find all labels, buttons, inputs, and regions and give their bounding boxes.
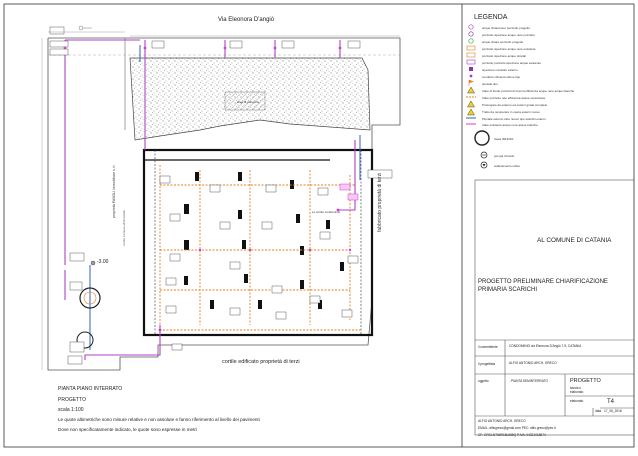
tav-value: T4	[607, 399, 615, 405]
data-value: 17_06_2016	[604, 409, 622, 413]
oggetto-value: - PIANTA SEMINTERRATO	[509, 379, 548, 383]
legend-item-label: ispezione condotto esterno	[482, 68, 518, 72]
left-side-label-2: cortile comune all'immobile	[122, 210, 126, 246]
legend-item-label: pompa ricircolo	[494, 154, 515, 158]
legend-item-label: acque chiare/nere pozzetto progetto	[482, 26, 531, 30]
legend-item-label: tratto esistente acque nere acque bianch…	[482, 123, 538, 127]
left-side-label: proprietà PASOLI immobiliare s.r.l.	[112, 164, 116, 218]
legend-item-label: pluviale tipo	[482, 82, 498, 86]
legend-item-label: Pluviale esterno tubo nuovo tipo scarich…	[482, 117, 546, 121]
legend-item-label: Prolungare da esterno ed esterni grado c…	[482, 103, 548, 107]
legend-item-label: tratto pozzetto rete efficienza acque ne…	[482, 96, 546, 100]
progettista-value: ALFIO ANTONIO ARCH. GRECO	[509, 361, 557, 365]
legend-item-label: pozzetto ispezione acque pluviali	[482, 54, 526, 58]
tav-label: elaborato	[570, 399, 584, 403]
legend-item-label: fossa IMHOFF	[494, 137, 514, 141]
legend-item-label: pozzetto pozzetto ispezione acque esiste…	[482, 61, 541, 65]
doc-sub-2: elaborato	[570, 390, 584, 394]
footer-contact: EMAIL: alfiogreco@gmail.com PEC: alfio.g…	[478, 426, 556, 430]
project-title: PROGETTO PRELIMINARE CHIARIFICAZIONE PRI…	[478, 279, 608, 293]
oggetto-label: oggetto	[478, 379, 489, 383]
legend-item-label: sollevamento reflue	[494, 164, 521, 168]
legend-item-label: tratto di fondo pozzetti di ricerca effi…	[482, 89, 575, 93]
bottom-label: cortile edificato proprietà di terzi	[222, 359, 300, 365]
legend-item-label: condotto chiusura sifone tipo	[482, 75, 521, 79]
footer-tax: CF: GRCLNT66R18L685Q P.IVA: 04321018874	[478, 433, 546, 437]
legend-item-label: pozzetto ispezione acque nere esistente	[482, 47, 536, 51]
legend-item-label: Tratto da recuperare in opera esterni nu…	[482, 110, 540, 114]
data-label: data	[595, 409, 602, 413]
footer-name: ALFIO ANTONIO ARCH. GRECO	[478, 419, 526, 423]
right-side-small: ex cortile condominio	[312, 210, 341, 214]
right-side-label: fabbricato proprietà di terzi	[377, 172, 383, 232]
notes-line-1: PIANTA PIANO INTERRATO	[58, 386, 123, 392]
notes-line-4: Le quote altimetriche sono misure relati…	[58, 417, 260, 422]
street-label-top: Via Eleonora D'angiò	[218, 17, 275, 23]
legend-item-label: acque chiare pozzetto progetto	[482, 40, 524, 44]
legend-title: LEGENDA	[474, 14, 508, 21]
title-block-grid	[474, 179, 635, 436]
legend-item-label: pozzetto ispezione acque nere pozzetto	[482, 33, 535, 37]
elevation-label: -3.00	[97, 259, 109, 265]
notes-line-3: scala 1:100	[58, 407, 84, 413]
notes-line-5: Dove non specificatamente indicato, le q…	[58, 427, 197, 432]
doc-type: PROGETTO	[570, 378, 601, 384]
committente-value: CONDOMINIO via Eleonora D'Angiò 7-9, CAT…	[509, 344, 582, 348]
notes-line-2: PROGETTO	[58, 397, 86, 403]
committente-label: il committente	[478, 345, 498, 349]
hatched-area-label: area di manovra	[237, 100, 259, 104]
authority-label: AL COMUNE DI CATANIA	[537, 237, 612, 244]
drawing-sheet: Via Eleonora D'angiò LEGENDA acque chiar…	[0, 0, 638, 451]
floor-plan-drawing	[3, 3, 635, 448]
progettista-label: il progettista	[478, 362, 496, 366]
